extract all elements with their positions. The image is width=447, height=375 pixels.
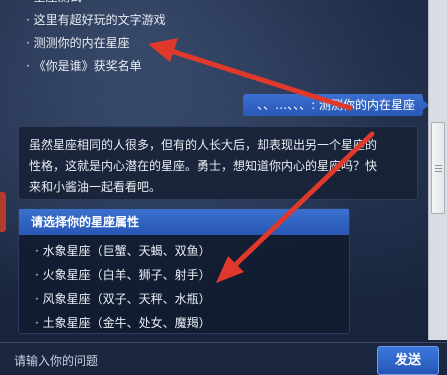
annotation-arrows: [148, 38, 375, 283]
arrow-to-options: [216, 131, 375, 283]
send-button[interactable]: 发送: [377, 346, 439, 375]
arrow-to-menu-item: [148, 38, 353, 111]
input-bar: 发送: [0, 342, 447, 375]
question-input[interactable]: [14, 351, 354, 371]
